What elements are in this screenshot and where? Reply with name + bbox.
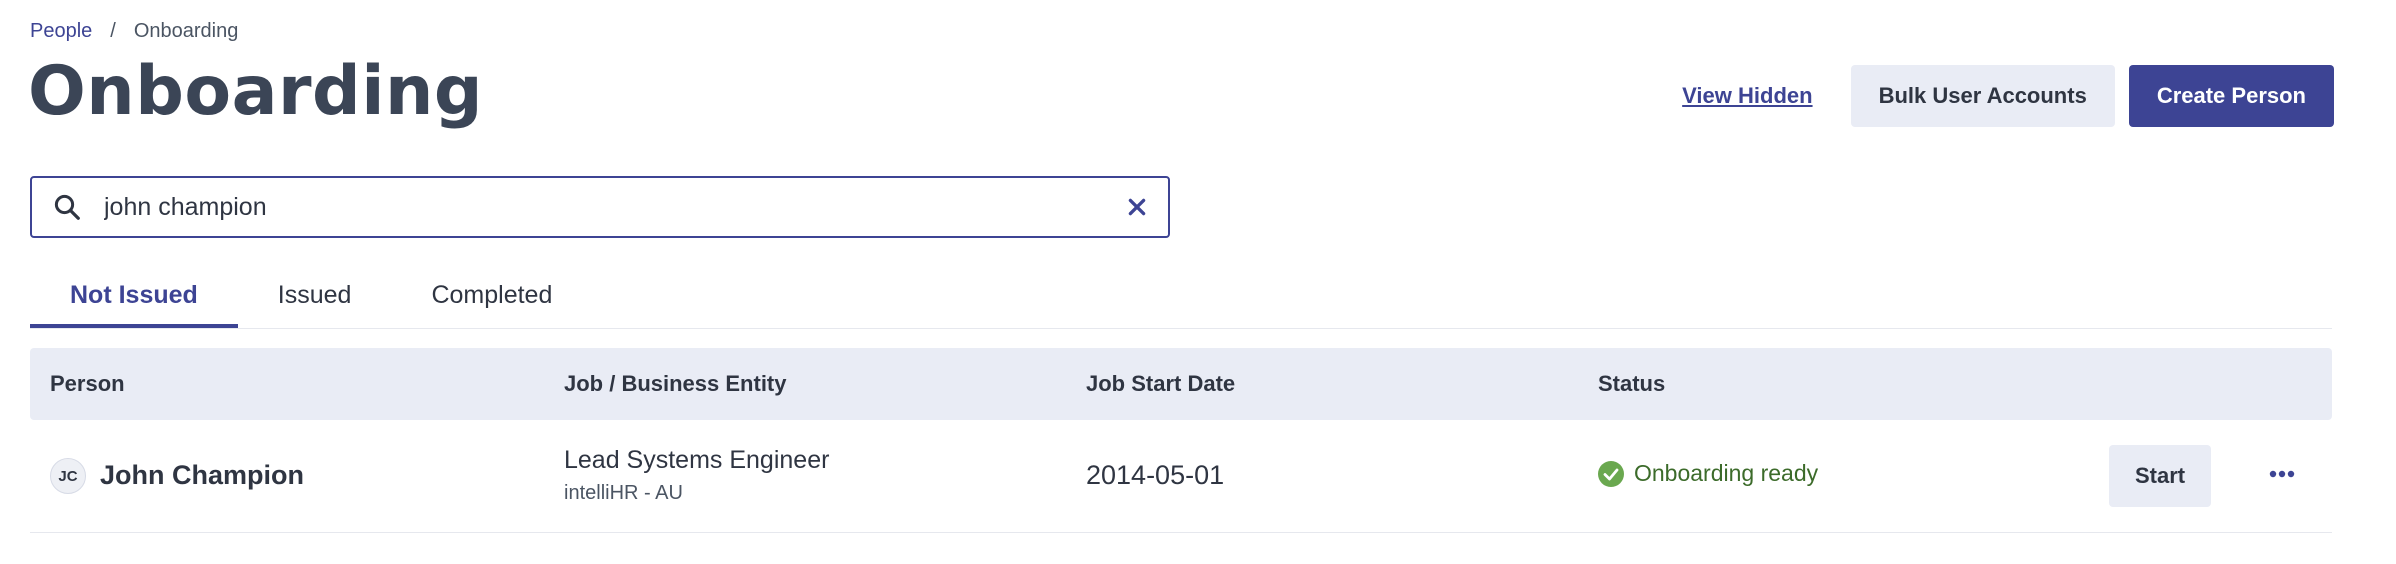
close-icon[interactable] [1126, 196, 1148, 218]
business-entity: intelliHR - AU [564, 482, 683, 504]
status-badge: Onboarding ready [1598, 460, 1818, 487]
table-header: Person Job / Business Entity Job Start D… [30, 348, 2332, 420]
column-header-start-date[interactable]: Job Start Date [1086, 348, 1235, 420]
create-person-button[interactable]: Create Person [2128, 65, 2334, 127]
check-circle-icon [1598, 460, 1624, 487]
breadcrumb-current: Onboarding [133, 20, 239, 42]
tab-bar: Not Issued Issued Completed [30, 270, 2332, 329]
search-box [30, 176, 1170, 238]
avatar: JC [50, 458, 86, 494]
tab-issued[interactable]: Issued [238, 270, 392, 328]
status-text: Onboarding ready [1634, 460, 1819, 486]
tab-completed[interactable]: Completed [391, 270, 592, 328]
bulk-user-accounts-button[interactable]: Bulk User Accounts [1850, 65, 2115, 127]
job-title: Lead Systems Engineer [564, 446, 830, 474]
person-name[interactable]: John Champion [100, 460, 304, 491]
search-input[interactable] [102, 191, 1126, 223]
column-header-person[interactable]: Person [50, 348, 125, 420]
column-header-status[interactable]: Status [1598, 348, 1665, 420]
more-horizontal-icon[interactable] [2268, 464, 2296, 484]
breadcrumb: People / Onboarding [30, 20, 238, 43]
column-header-job[interactable]: Job / Business Entity [564, 348, 787, 420]
onboarding-table: Person Job / Business Entity Job Start D… [30, 348, 2332, 533]
start-button[interactable]: Start [2109, 445, 2212, 507]
header-actions: View Hidden Bulk User Accounts Create Pe… [1682, 65, 2334, 127]
tab-not-issued[interactable]: Not Issued [30, 270, 238, 328]
search-icon [54, 194, 80, 220]
view-hidden-link[interactable]: View Hidden [1682, 83, 1812, 109]
table-row: JC John Champion Lead Systems Engineer i… [30, 420, 2332, 533]
breadcrumb-people-link[interactable]: People [30, 20, 92, 43]
breadcrumb-separator: / [110, 20, 116, 42]
page-title: Onboarding [28, 52, 484, 131]
job-start-date: 2014-05-01 [1086, 460, 1225, 490]
